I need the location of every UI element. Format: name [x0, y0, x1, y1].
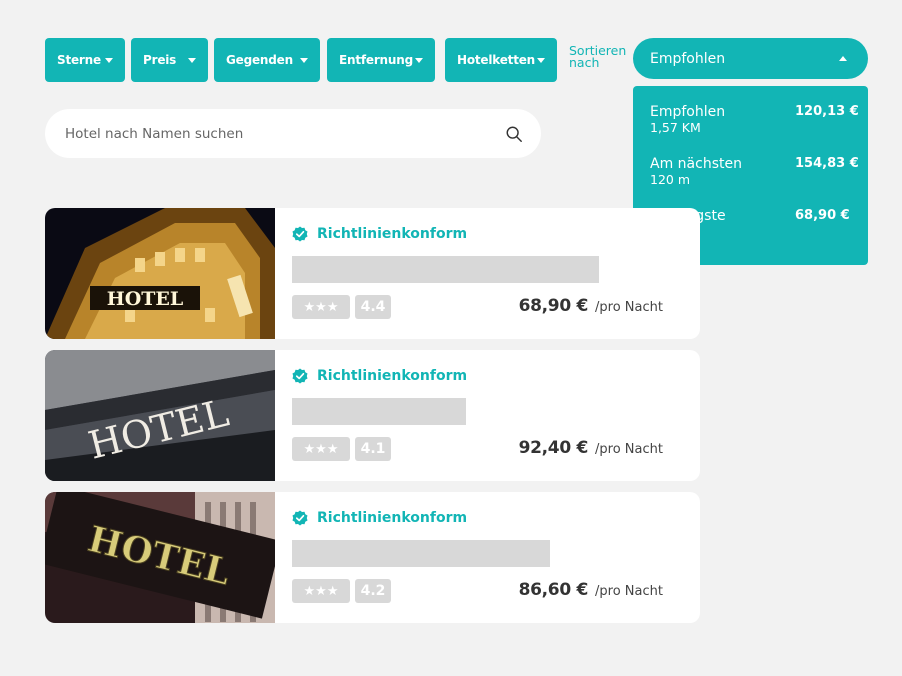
- filter-areas-button[interactable]: Gegenden: [214, 38, 320, 82]
- filter-price-button[interactable]: Preis: [131, 38, 208, 82]
- filter-label: Sterne: [57, 53, 101, 67]
- hotel-name-placeholder: [292, 398, 466, 425]
- sort-select[interactable]: Empfohlen: [633, 38, 868, 79]
- per-night-label: /pro Nacht: [595, 584, 663, 599]
- hotel-price: 68,90 €: [518, 296, 589, 316]
- search-bar: [45, 109, 541, 158]
- sort-option-distance: 120 m: [650, 172, 691, 187]
- rating-score: 4.1: [355, 437, 391, 461]
- hotel-image: HOTEL: [45, 208, 275, 339]
- hotel-image: HOTEL: [45, 350, 275, 481]
- caret-down-icon: [105, 57, 113, 63]
- compliance-badge: Richtlinienkonform: [292, 226, 467, 242]
- star-rating: ★★★: [292, 295, 350, 319]
- hotel-price: 92,40 €: [518, 438, 589, 458]
- filter-stars-button[interactable]: Sterne: [45, 38, 125, 82]
- sort-option-nearest[interactable]: Am nächsten 120 m 154,83 €: [633, 156, 868, 208]
- sort-option-price: 154,83 €: [795, 156, 859, 171]
- sort-label: Sortieren nach: [569, 43, 627, 70]
- caret-down-icon: [537, 57, 545, 63]
- per-night-label: /pro Nacht: [595, 300, 663, 315]
- caret-down-icon: [415, 57, 423, 63]
- search-icon[interactable]: [505, 125, 523, 143]
- hotel-sign-text: HOTEL: [107, 288, 183, 310]
- sort-option-price: 120,13 €: [795, 104, 859, 119]
- compliance-label: Richtlinienkonform: [317, 368, 468, 384]
- sort-option-distance: 1,57 KM: [650, 120, 701, 135]
- filter-label: Hotelketten: [457, 53, 536, 67]
- hotel-name-placeholder: [292, 256, 599, 283]
- sort-option-recommended[interactable]: Empfohlen 1,57 KM 120,13 €: [633, 104, 868, 156]
- per-night-label: /pro Nacht: [595, 442, 663, 457]
- filter-label: Gegenden: [226, 53, 293, 67]
- hotel-card[interactable]: HOTEL Richtlinienkonform ★★★ 4.2 86,60 €…: [45, 492, 700, 623]
- star-rating: ★★★: [292, 437, 350, 461]
- hotel-name-placeholder: [292, 540, 550, 567]
- filter-distance-button[interactable]: Entfernung: [327, 38, 435, 82]
- caret-up-icon: [839, 56, 847, 61]
- compliance-label: Richtlinienkonform: [317, 510, 468, 526]
- sort-selected-value: Empfohlen: [650, 50, 726, 67]
- star-rating: ★★★: [292, 579, 350, 603]
- rating-score: 4.4: [355, 295, 391, 319]
- filter-label: Entfernung: [339, 53, 413, 67]
- sort-option-price: 68,90 €: [795, 208, 850, 223]
- verified-check-icon: [292, 368, 308, 384]
- rating-score: 4.2: [355, 579, 391, 603]
- filter-label: Preis: [143, 53, 177, 67]
- hotel-card[interactable]: HOTEL Richtlinienkonform ★★★ 4.4 68,90 €…: [45, 208, 700, 339]
- compliance-label: Richtlinienkonform: [317, 226, 468, 242]
- hotel-price: 86,60 €: [518, 580, 589, 600]
- hotel-card[interactable]: HOTEL Richtlinienkonform ★★★ 4.1 92,40 €…: [45, 350, 700, 481]
- verified-check-icon: [292, 510, 308, 526]
- verified-check-icon: [292, 226, 308, 242]
- caret-down-icon: [188, 57, 196, 63]
- filter-hotel-chains-button[interactable]: Hotelketten: [445, 38, 557, 82]
- hotel-image: HOTEL: [45, 492, 275, 623]
- caret-down-icon: [300, 57, 308, 63]
- compliance-badge: Richtlinienkonform: [292, 368, 467, 384]
- compliance-badge: Richtlinienkonform: [292, 510, 467, 526]
- search-input[interactable]: [65, 125, 505, 142]
